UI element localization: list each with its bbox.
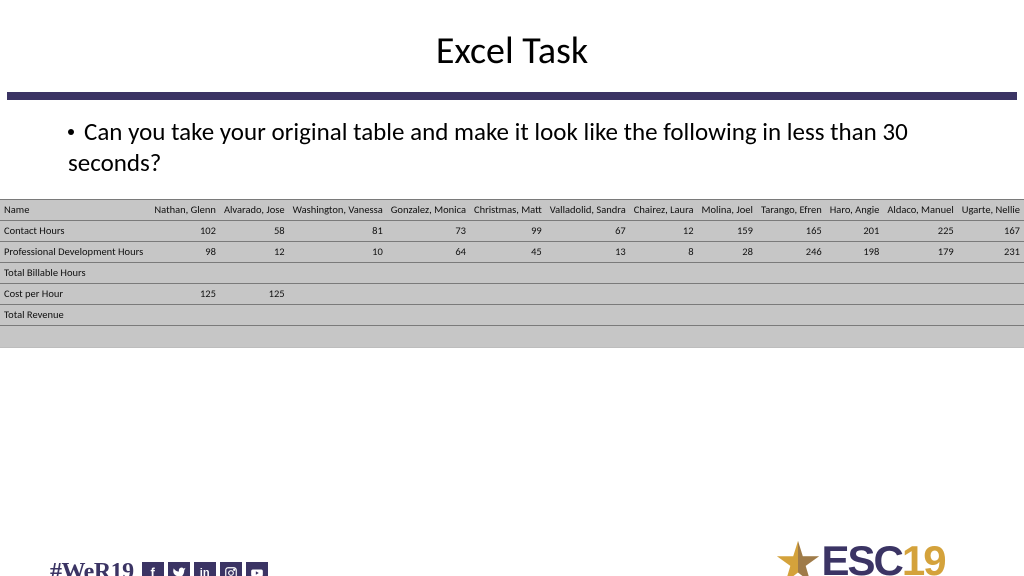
cell	[546, 283, 630, 304]
col-header: Haro, Angie	[826, 199, 884, 220]
row-label: Total Billable Hours	[0, 262, 150, 283]
table-row: Total Billable Hours	[0, 262, 1024, 283]
cell: 159	[698, 220, 757, 241]
instagram-icon	[220, 562, 242, 576]
cell: 12	[630, 220, 698, 241]
cell: 12	[220, 241, 289, 262]
bullet-text: Can you take your original table and mak…	[68, 116, 908, 178]
cell: 81	[289, 220, 387, 241]
cell	[698, 283, 757, 304]
facebook-icon: f	[142, 562, 164, 576]
cell	[150, 262, 220, 283]
row-label: Contact Hours	[0, 220, 150, 241]
twitter-icon	[168, 562, 190, 576]
slide-title: Excel Task	[0, 28, 1024, 74]
cell: 167	[958, 220, 1024, 241]
row-label: Cost per Hour	[0, 283, 150, 304]
cell: 64	[387, 241, 470, 262]
cell	[757, 283, 826, 304]
cell: 58	[220, 220, 289, 241]
col-header: Ugarte, Nellie	[958, 199, 1024, 220]
cell: 99	[470, 220, 546, 241]
footer: #WeR19 f in	[50, 559, 268, 576]
col-header: Chairez, Laura	[630, 199, 698, 220]
bullet-dot-icon	[68, 129, 74, 135]
cell: 8	[630, 241, 698, 262]
cell: 231	[958, 241, 1024, 262]
cell	[883, 283, 957, 304]
col-header: Christmas, Matt	[470, 199, 546, 220]
logo-text-esc: ESC	[822, 537, 902, 576]
cell: 125	[220, 283, 289, 304]
logo-text-19: 19	[902, 537, 945, 576]
esc19-logo: ESC19 Serving the Educational Communitie…	[734, 537, 984, 576]
cell	[387, 283, 470, 304]
cell	[630, 283, 698, 304]
cell	[826, 283, 884, 304]
star-icon	[774, 539, 822, 576]
cell: 28	[698, 241, 757, 262]
excel-table: Name Nathan, Glenn Alvarado, Jose Washin…	[0, 199, 1024, 348]
cell: 10	[289, 241, 387, 262]
cell: 125	[150, 283, 220, 304]
row-label: Total Revenue	[0, 304, 150, 325]
col-header: Tarango, Efren	[757, 199, 826, 220]
cell: 45	[470, 241, 546, 262]
cell: 201	[826, 220, 884, 241]
cell: 179	[883, 241, 957, 262]
hashtag: #WeR19	[50, 559, 134, 576]
cell	[958, 283, 1024, 304]
table-row: Cost per Hour 125 125	[0, 283, 1024, 304]
title-divider	[7, 92, 1017, 100]
table-row: Total Revenue	[0, 304, 1024, 325]
col-header: Molina, Joel	[698, 199, 757, 220]
col-header: Aldaco, Manuel	[883, 199, 957, 220]
bullet-list: Can you take your original table and mak…	[0, 100, 1024, 179]
table-row: Name Nathan, Glenn Alvarado, Jose Washin…	[0, 199, 1024, 220]
cell: 246	[757, 241, 826, 262]
row-label: Name	[0, 199, 150, 220]
cell: 98	[150, 241, 220, 262]
cell: 102	[150, 220, 220, 241]
table-row: Professional Development Hours 98 12 10 …	[0, 241, 1024, 262]
col-header: Valladolid, Sandra	[546, 199, 630, 220]
cell: 73	[387, 220, 470, 241]
col-header: Gonzalez, Monica	[387, 199, 470, 220]
cell: 225	[883, 220, 957, 241]
linkedin-icon: in	[194, 562, 216, 576]
cell	[150, 304, 220, 325]
cell: 198	[826, 241, 884, 262]
cell: 67	[546, 220, 630, 241]
col-header: Washington, Vanessa	[289, 199, 387, 220]
empty-cell	[0, 325, 150, 347]
cell	[289, 283, 387, 304]
social-icons: f in	[142, 562, 268, 576]
row-label: Professional Development Hours	[0, 241, 150, 262]
cell: 165	[757, 220, 826, 241]
youtube-icon	[246, 562, 268, 576]
cell: 13	[546, 241, 630, 262]
table-row: Contact Hours 102 58 81 73 99 67 12 159 …	[0, 220, 1024, 241]
col-header: Nathan, Glenn	[150, 199, 220, 220]
table-row	[0, 325, 1024, 347]
col-header: Alvarado, Jose	[220, 199, 289, 220]
excel-table-image: Name Nathan, Glenn Alvarado, Jose Washin…	[0, 199, 1024, 348]
cell	[470, 283, 546, 304]
